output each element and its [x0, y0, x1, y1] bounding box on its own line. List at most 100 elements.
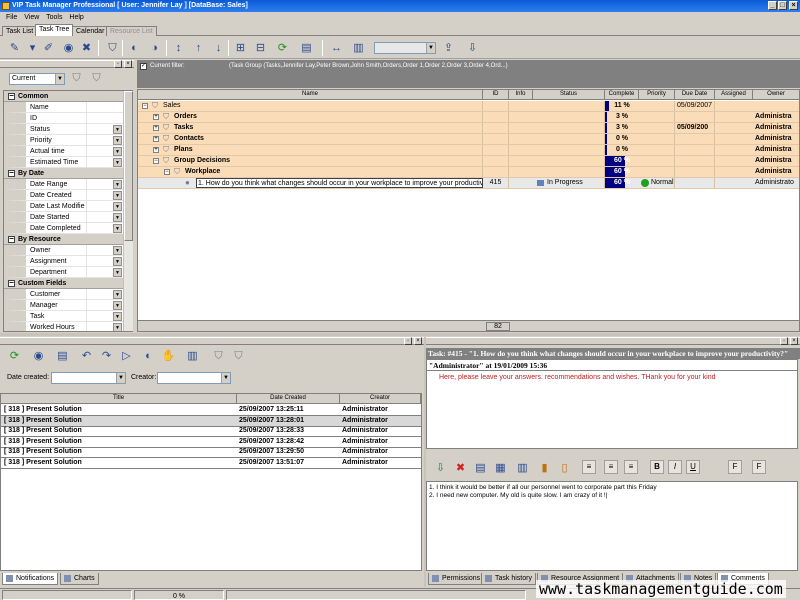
font-combo[interactable]: ▼ [374, 42, 436, 54]
dropdown-arrow-icon[interactable]: ▾ [24, 40, 41, 56]
column-header[interactable]: Assigned [715, 90, 753, 100]
notif-filter-clear-icon[interactable]: ⛉ [230, 348, 247, 364]
filter-field[interactable]: Date Created ▼ [4, 190, 132, 201]
filter-field[interactable]: Actual time ▼ [4, 146, 132, 157]
delete-notification-icon[interactable]: ✋ [160, 348, 177, 364]
column-header[interactable]: Status [533, 90, 605, 100]
tab-charts[interactable]: Charts [60, 573, 99, 585]
filter-field[interactable]: Worked Hours ▼ [4, 322, 132, 331]
save-comment-icon[interactable]: ⇩ [432, 460, 449, 476]
import-icon[interactable]: ⇩ [464, 40, 481, 56]
collapse-tree-icon[interactable]: ⊟ [252, 40, 269, 56]
export-icon[interactable]: ⇪ [440, 40, 457, 56]
italic-icon[interactable]: I [668, 460, 682, 474]
assign-icon[interactable]: ◐ [126, 40, 143, 56]
align-right-icon[interactable]: ≡ [624, 460, 638, 474]
filter-field[interactable]: Customer ▼ [4, 289, 132, 300]
tab-task-history[interactable]: Task history [481, 573, 536, 585]
notifications-column-header[interactable]: Title [1, 394, 237, 404]
menu-view[interactable]: View [24, 14, 39, 21]
panel-close-button[interactable]: × [124, 60, 132, 68]
collapse-icon[interactable]: − [8, 235, 15, 243]
font-icon[interactable]: F [752, 460, 766, 474]
task-row[interactable]: + ⛉ Plans 0 % Administra [138, 145, 799, 156]
filter-group[interactable]: − By Resource [4, 234, 132, 245]
dropdown-arrow-icon[interactable]: ▼ [113, 224, 122, 233]
tab-notifications[interactable]: Notifications [2, 573, 59, 585]
expand-toggle-icon[interactable]: + [153, 114, 159, 120]
chart-icon[interactable]: ▮ [536, 460, 553, 476]
notification-row[interactable]: [ 318 ] Present Solution 25/09/2007 13:28… [1, 415, 421, 427]
notif-close-button[interactable]: × [414, 337, 422, 345]
expand-toggle-icon[interactable]: + [153, 125, 159, 131]
move-updown-icon[interactable]: ↕ [170, 40, 187, 56]
menu-help[interactable]: Help [69, 14, 83, 21]
collapse-icon[interactable]: − [8, 279, 15, 287]
expand-toggle-icon[interactable]: + [153, 147, 159, 153]
view-select[interactable]: Current ▼ [9, 73, 65, 85]
send-icon[interactable]: ▷ [118, 348, 135, 364]
detail-close-button[interactable]: × [790, 337, 798, 345]
menu-file[interactable]: File [6, 14, 17, 21]
dropdown-arrow-icon[interactable]: ▼ [113, 312, 122, 321]
filter-field[interactable]: Date Range ▼ [4, 179, 132, 190]
print-notification-icon[interactable]: ▤ [54, 348, 71, 364]
filter-field[interactable]: Task ▼ [4, 311, 132, 322]
expand-toggle-icon[interactable]: + [153, 136, 159, 142]
column-width-icon[interactable]: ↔ [328, 40, 345, 56]
filter-field[interactable]: Date Started ▼ [4, 212, 132, 223]
dropdown-arrow-icon[interactable]: ▼ [113, 268, 122, 277]
filter-field[interactable]: Owner ▼ [4, 245, 132, 256]
notification-row[interactable]: [ 318 ] Present Solution 25/09/2007 13:28… [1, 437, 421, 448]
dropdown-arrow-icon[interactable]: ▼ [113, 323, 122, 331]
task-row[interactable]: + ⛉ Contacts 0 % Administra [138, 134, 799, 145]
date-created-select[interactable]: ▼ [51, 372, 126, 384]
forward-icon[interactable]: ↷ [98, 348, 115, 364]
dropdown-arrow-icon[interactable]: ▼ [113, 246, 122, 255]
filter-group[interactable]: − Common [4, 91, 132, 102]
notif-pin-button[interactable]: ▫ [404, 337, 412, 345]
horizontal-splitter[interactable] [0, 333, 800, 336]
layout-icon[interactable]: ▥ [514, 460, 531, 476]
move-up-icon[interactable]: ↑ [190, 40, 207, 56]
tab-calendar[interactable]: Calendar [72, 26, 109, 36]
notification-row[interactable]: [ 318 ] Present Solution 25/09/2007 13:28… [1, 426, 421, 437]
creator-select[interactable]: ▼ [157, 372, 231, 384]
filter-field[interactable]: Date Last Modifie ▼ [4, 201, 132, 212]
clear-filter-icon[interactable]: ⛉ [88, 70, 105, 86]
notification-row[interactable]: [ 318 ] Present Solution 25/09/2007 13:25… [1, 405, 421, 416]
dropdown-arrow-icon[interactable]: ▼ [113, 290, 122, 299]
filter-field[interactable]: ID [4, 113, 132, 124]
expand-tree-icon[interactable]: ⊞ [232, 40, 249, 56]
filter-field[interactable]: Assignment ▼ [4, 256, 132, 267]
column-header[interactable]: ID [483, 90, 509, 100]
collapse-icon[interactable]: − [8, 92, 15, 100]
refresh-notifications-icon[interactable]: ⟳ [6, 348, 23, 364]
close-button[interactable]: × [789, 1, 798, 10]
detail-pin-button[interactable]: ▫ [780, 337, 788, 345]
notifications-column-header[interactable]: Creator [340, 394, 421, 404]
panel-pin-button[interactable]: ▫ [114, 60, 122, 68]
filter-checkbox[interactable]: ✓ [140, 63, 147, 70]
filter-field[interactable]: Priority ▼ [4, 135, 132, 146]
dropdown-arrow-icon[interactable]: ▼ [113, 180, 122, 189]
notifications-column-header[interactable]: Date Created [237, 394, 340, 404]
move-down-icon[interactable]: ↓ [210, 40, 227, 56]
filter-field[interactable]: Department ▼ [4, 267, 132, 278]
dropdown-arrow-icon[interactable]: ▼ [113, 136, 122, 145]
dropdown-arrow-icon[interactable]: ▼ [113, 213, 122, 222]
expand-toggle-icon[interactable]: − [164, 169, 170, 175]
dropdown-arrow-icon[interactable]: ▼ [113, 191, 122, 200]
filter-field[interactable]: Manager ▼ [4, 300, 132, 311]
print-preview-icon[interactable]: ▦ [492, 460, 509, 476]
task-row[interactable]: ● 1. How do you think what changes should… [138, 178, 799, 189]
task-row[interactable]: − ⛉ Workplace 60 % Administra [138, 167, 799, 178]
apply-filter-icon[interactable]: ⛉ [68, 70, 85, 86]
comment-editor[interactable]: 1. I think it would be better if all our… [426, 481, 798, 571]
align-center-icon[interactable]: ≡ [604, 460, 618, 474]
dropdown-arrow-icon[interactable]: ▼ [113, 301, 122, 310]
edit-task-icon[interactable]: ✐ [40, 40, 57, 56]
reply-icon[interactable]: ↶ [78, 348, 95, 364]
filter-field[interactable]: Status ▼ [4, 124, 132, 135]
filter-field[interactable]: Estimated Time ▼ [4, 157, 132, 168]
